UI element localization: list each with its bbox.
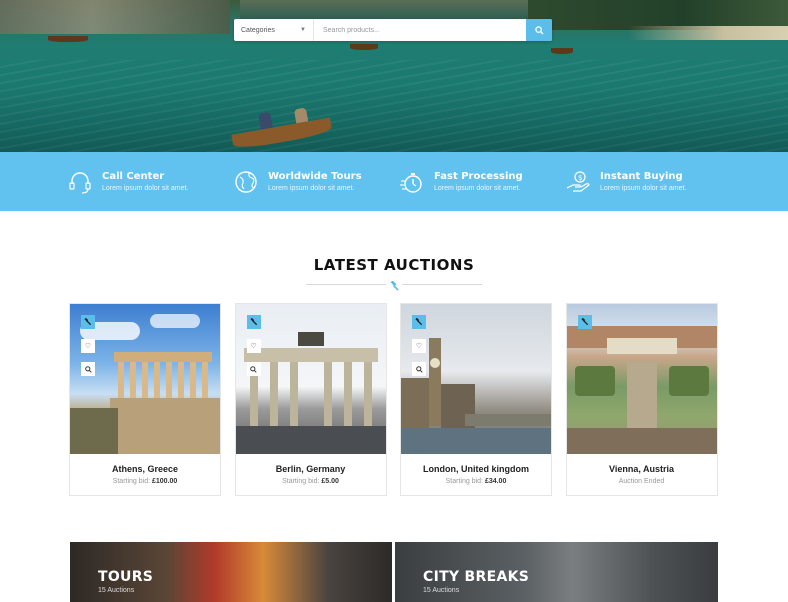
bid-value: £34.00: [484, 478, 507, 485]
zoom-icon[interactable]: [246, 362, 261, 376]
bid-label: Starting bid:: [112, 478, 151, 485]
boat: [551, 48, 573, 54]
search-input[interactable]: [314, 19, 526, 41]
feature-title: Instant Buying: [600, 171, 683, 182]
category-tile-tours[interactable]: TOURS 15 Auctions: [70, 542, 392, 602]
feature-title: Worldwide Tours: [268, 171, 362, 182]
auction-bid: Starting bid: £34.00: [401, 478, 551, 485]
hero-mountain: [240, 0, 540, 20]
gavel-icon: [389, 279, 400, 297]
auction-image[interactable]: ♡: [235, 304, 386, 454]
headset-icon: [67, 169, 93, 195]
wishlist-heart-icon[interactable]: ♡: [81, 339, 95, 353]
bid-label: Starting bid:: [282, 478, 320, 485]
bid-value: £5.00: [321, 478, 339, 485]
features-band: Call Center Lorem ipsum dolor sit amet. …: [0, 152, 788, 211]
auction-card-vienna[interactable]: Vienna, Austria Auction Ended: [565, 303, 718, 496]
auction-title[interactable]: Vienna, Austria: [567, 464, 717, 474]
auction-title[interactable]: Athens, Greece: [70, 464, 220, 474]
search-bar: Categories ▼: [234, 19, 552, 41]
category-tiles: TOURS 15 Auctions CITY BREAKS 15 Auction…: [70, 542, 721, 602]
category-select[interactable]: Categories ▼: [234, 19, 314, 41]
auction-title[interactable]: London, United kingdom: [401, 464, 551, 474]
feature-instant-buying: $ Instant Buying Lorem ipsum dolor sit a…: [565, 152, 731, 211]
category-tile-city-breaks[interactable]: CITY BREAKS 15 Auctions: [395, 542, 718, 602]
auction-status: Auction Ended: [618, 478, 665, 485]
category-count: 15 Auctions: [423, 587, 460, 594]
svg-text:$: $: [578, 174, 582, 182]
bid-value: £100.00: [152, 478, 178, 485]
auction-bid: Starting bid: £5.00: [236, 478, 386, 485]
zoom-icon[interactable]: [412, 362, 426, 376]
section-title: LATEST AUCTIONS: [313, 256, 475, 274]
hand-money-icon: $: [565, 169, 591, 195]
hero-beach: [628, 26, 788, 40]
auction-list: ♡ Athens, Greece Starting bid: £100.00 ♡: [69, 303, 718, 496]
category-count: 15 Auctions: [98, 587, 135, 594]
search-icon: [534, 25, 544, 35]
gavel-badge: [81, 315, 95, 329]
auction-card-berlin[interactable]: ♡ Berlin, Germany Starting bid: £5.00: [234, 303, 387, 496]
auction-card-athens[interactable]: ♡ Athens, Greece Starting bid: £100.00: [69, 303, 221, 496]
divider-left: [306, 284, 386, 285]
hero-water: [0, 60, 788, 152]
divider-right: [402, 284, 482, 285]
feature-call-center: Call Center Lorem ipsum dolor sit amet.: [67, 152, 233, 211]
zoom-icon[interactable]: [81, 362, 95, 376]
gavel-badge: [246, 315, 261, 329]
wishlist-heart-icon[interactable]: ♡: [246, 339, 261, 353]
category-name: CITY BREAKS: [423, 569, 530, 585]
boat: [48, 36, 88, 42]
gavel-badge: [412, 315, 426, 329]
feature-desc: Lorem ipsum dolor sit amet.: [268, 185, 355, 192]
feature-fast-processing: Fast Processing Lorem ipsum dolor sit am…: [399, 152, 565, 211]
feature-title: Fast Processing: [434, 171, 523, 182]
feature-worldwide-tours: Worldwide Tours Lorem ipsum dolor sit am…: [233, 152, 399, 211]
category-name: TOURS: [98, 569, 154, 585]
bid-label: Starting bid:: [445, 478, 483, 485]
auction-image[interactable]: [566, 304, 717, 454]
category-select-label: Categories: [241, 26, 275, 34]
chevron-down-icon: ▼: [300, 27, 306, 33]
globe-icon: [233, 169, 259, 195]
feature-desc: Lorem ipsum dolor sit amet.: [434, 185, 521, 192]
auction-image[interactable]: ♡: [401, 304, 551, 454]
search-button[interactable]: [526, 19, 552, 41]
boat: [350, 44, 378, 50]
auction-image[interactable]: ♡: [70, 304, 220, 454]
gavel-badge: [577, 315, 592, 329]
stopwatch-icon: [399, 169, 425, 195]
auction-title[interactable]: Berlin, Germany: [236, 464, 386, 474]
auction-card-london[interactable]: ♡ London, United kingdom Starting bid: £…: [400, 303, 552, 496]
auction-bid: Starting bid: £100.00: [70, 478, 220, 485]
hero-shore-left: [0, 0, 230, 34]
feature-title: Call Center: [102, 171, 165, 182]
wishlist-heart-icon[interactable]: ♡: [412, 339, 426, 353]
feature-desc: Lorem ipsum dolor sit amet.: [600, 185, 687, 192]
feature-desc: Lorem ipsum dolor sit amet.: [102, 185, 189, 192]
hero-banner: Categories ▼: [0, 0, 788, 152]
